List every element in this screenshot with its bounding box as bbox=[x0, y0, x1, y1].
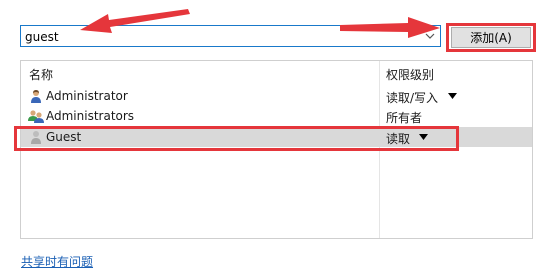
list-item-name: Guest bbox=[46, 130, 82, 144]
user-combo-box[interactable] bbox=[20, 25, 441, 47]
chevron-down-icon[interactable] bbox=[424, 29, 436, 43]
guest-user-icon bbox=[31, 131, 41, 144]
list-item[interactable]: Administrators 所有者 bbox=[21, 106, 532, 126]
list-item[interactable]: Administrator 读取/写入 bbox=[21, 86, 532, 106]
dropdown-triangle-icon[interactable] bbox=[448, 93, 457, 99]
add-button[interactable]: 添加(A) bbox=[451, 27, 531, 48]
list-item-name: Administrator bbox=[46, 89, 128, 103]
list-item-selected[interactable]: Guest 读取 bbox=[21, 127, 532, 147]
dropdown-triangle-icon[interactable] bbox=[419, 134, 428, 140]
list-item-permission[interactable]: 读取/写入 bbox=[386, 89, 438, 106]
column-header-permission[interactable]: 权限级别 bbox=[386, 66, 434, 83]
user-icon bbox=[31, 90, 41, 103]
column-header-name[interactable]: 名称 bbox=[29, 66, 53, 83]
permission-list: 名称 权限级别 Administrator 读取/写入 Administrato… bbox=[20, 60, 533, 239]
user-search-input[interactable] bbox=[25, 29, 420, 44]
sharing-help-link[interactable]: 共享时有问题 bbox=[21, 253, 93, 270]
list-item-permission: 所有者 bbox=[386, 111, 423, 125]
group-icon bbox=[28, 110, 44, 123]
list-item-permission[interactable]: 读取 bbox=[386, 130, 410, 147]
list-item-name: Administrators bbox=[46, 109, 135, 123]
